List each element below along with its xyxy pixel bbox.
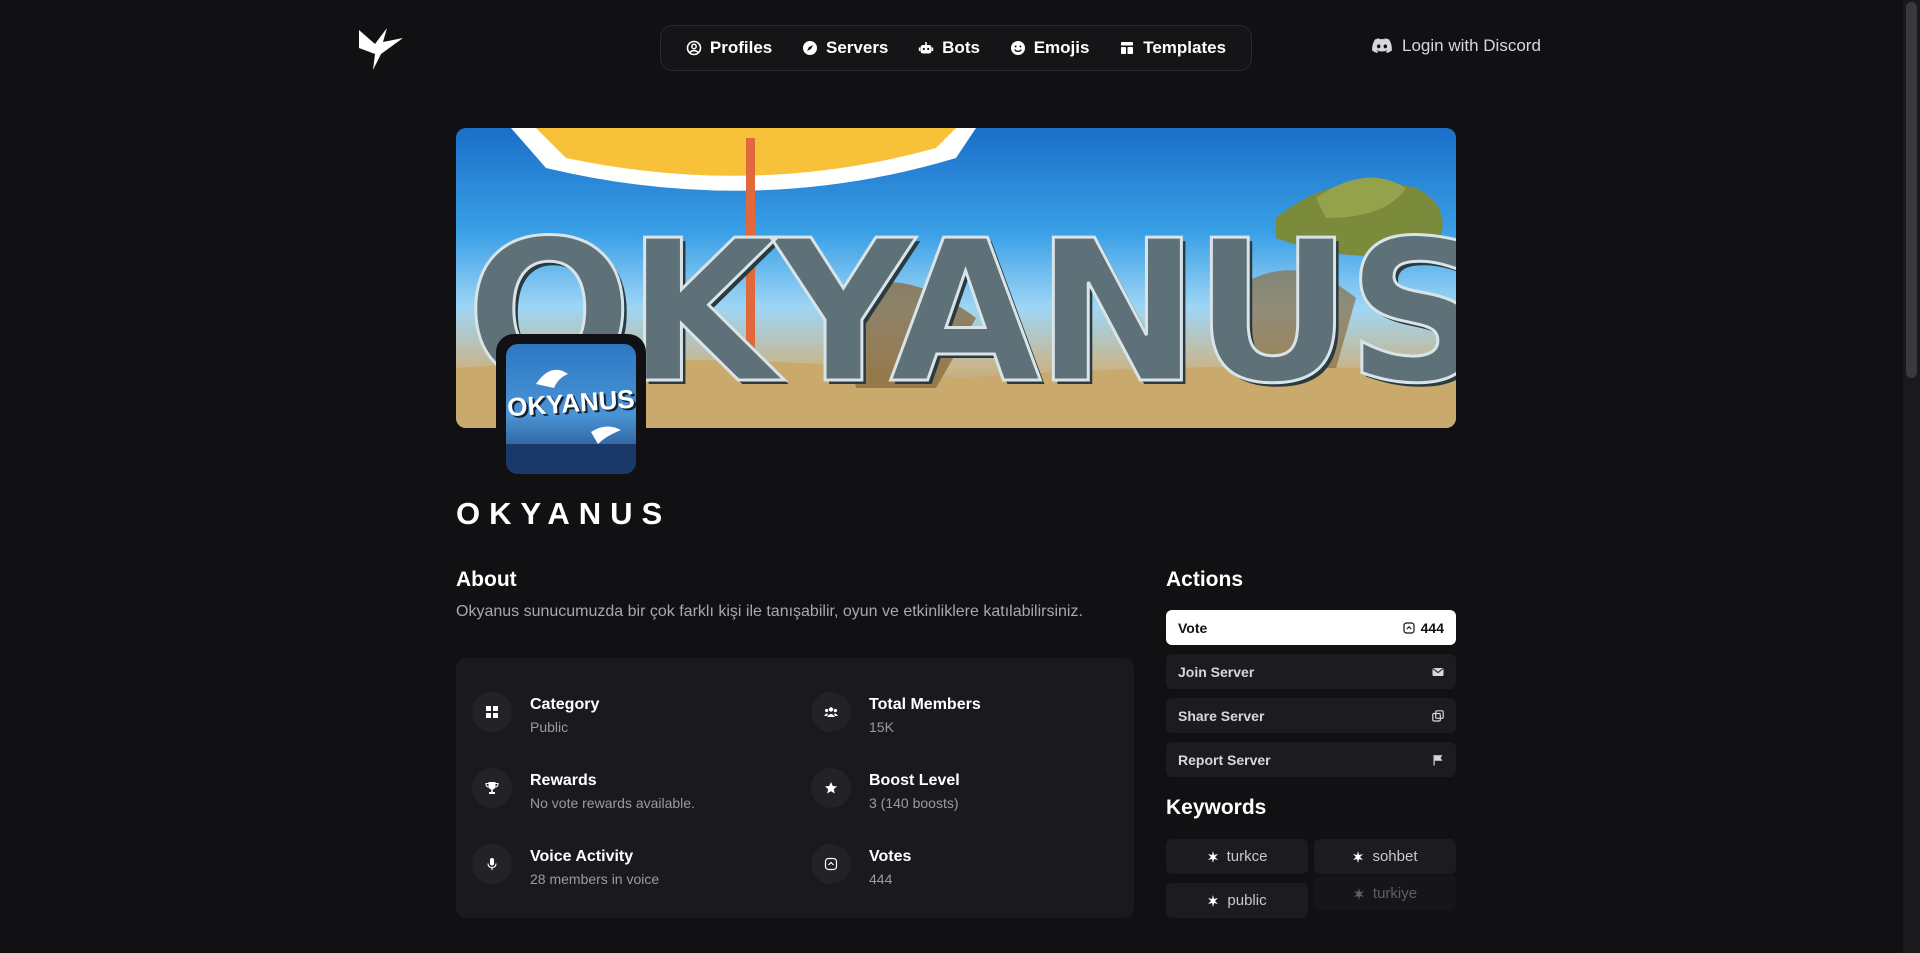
info-value: Public: [530, 719, 569, 735]
sparkle-icon: [1207, 850, 1218, 863]
about-title: About: [456, 568, 517, 591]
info-label: Voice Activity: [530, 848, 634, 865]
share-server-button[interactable]: Share Server: [1166, 698, 1456, 733]
sparkle-icon: [1353, 887, 1364, 900]
server-name: OKYANUS: [456, 496, 672, 531]
vote-icon: [1403, 621, 1415, 634]
trophy-icon: [472, 768, 512, 808]
main-nav: Profiles Servers Bots Emojis Templates: [660, 25, 1252, 71]
info-total-members: Total Members 15K: [811, 692, 981, 735]
keyword-label: sohbet: [1372, 848, 1418, 865]
info-label: Total Members: [869, 696, 981, 713]
scrollbar-thumb[interactable]: [1906, 2, 1917, 378]
keywords-title: Keywords: [1166, 796, 1267, 819]
join-server-button[interactable]: Join Server: [1166, 654, 1456, 689]
vote-count-value: 444: [1420, 619, 1444, 636]
vote-count: 444: [1403, 620, 1444, 636]
keyword-label: public: [1227, 892, 1267, 909]
server-avatar: OKYANUS: [496, 334, 646, 484]
sparkle-icon: [1353, 850, 1364, 863]
info-voice-activity: Voice Activity 28 members in voice: [472, 844, 659, 887]
info-value: 444: [869, 871, 893, 887]
keyword-tag[interactable]: sohbet: [1314, 839, 1456, 874]
nav-item-emojis[interactable]: Emojis: [1010, 38, 1090, 58]
users-icon: [811, 692, 851, 732]
nav-item-templates[interactable]: Templates: [1119, 38, 1226, 58]
info-value: 3 (140 boosts): [869, 795, 959, 811]
avatar-image: OKYANUS: [506, 344, 636, 474]
report-server-button[interactable]: Report Server: [1166, 742, 1456, 777]
nav-label-bots: Bots: [942, 38, 980, 57]
smile-icon: [1010, 41, 1025, 55]
info-votes: Votes 444: [811, 844, 911, 887]
nav-label-templates: Templates: [1143, 38, 1227, 57]
info-rewards: Rewards No vote rewards available.: [472, 768, 695, 811]
info-value: 15K: [869, 719, 894, 735]
site-logo[interactable]: [357, 24, 405, 72]
nav-label-servers: Servers: [826, 38, 889, 57]
template-icon: [1121, 42, 1134, 54]
copy-icon: [1432, 709, 1444, 722]
info-label: Votes: [869, 848, 912, 865]
discord-icon: [1372, 38, 1392, 53]
login-label: Login with Discord: [1402, 36, 1541, 55]
info-label: Boost Level: [869, 772, 960, 789]
keyword-tag[interactable]: turkiye: [1314, 876, 1456, 911]
compass-icon: [803, 41, 817, 55]
keyword-tag[interactable]: public: [1166, 883, 1308, 918]
user-circle-icon: [686, 40, 702, 56]
server-info-card: Category Public Total Members 15K Reward…: [456, 658, 1134, 918]
robot-icon: [918, 42, 934, 54]
info-value: No vote rewards available.: [530, 795, 695, 811]
logo-icon: [359, 28, 403, 70]
report-server-label: Report Server: [1178, 751, 1271, 768]
nav-item-servers[interactable]: Servers: [802, 38, 888, 58]
vote-button[interactable]: Vote 444: [1166, 610, 1456, 645]
vote-label: Vote: [1178, 619, 1208, 636]
nav-label-profiles: Profiles: [709, 38, 773, 57]
info-value: 28 members in voice: [530, 871, 660, 887]
actions-title: Actions: [1166, 568, 1244, 591]
nav-item-bots[interactable]: Bots: [918, 38, 980, 58]
flag-icon: [1433, 754, 1443, 765]
vote-icon: [811, 844, 851, 884]
page-scrollbar[interactable]: [1903, 0, 1920, 953]
info-label: Rewards: [530, 772, 597, 789]
sparkle-icon: [1208, 894, 1219, 907]
microphone-icon: [472, 844, 512, 884]
nav-item-profiles[interactable]: Profiles: [686, 38, 772, 58]
keyword-tag[interactable]: turkce: [1166, 839, 1308, 874]
login-with-discord-button[interactable]: Login with Discord: [1372, 36, 1541, 56]
nav-label-emojis: Emojis: [1033, 38, 1090, 57]
about-description: Okyanus sunucumuzda bir çok farklı kişi …: [456, 603, 1083, 620]
mail-icon: [1432, 667, 1444, 676]
info-boost-level: Boost Level 3 (140 boosts): [811, 768, 960, 811]
keyword-label: turkiye: [1372, 885, 1418, 902]
join-server-label: Join Server: [1178, 663, 1255, 680]
grid-icon: [472, 692, 512, 732]
star-icon: [811, 768, 851, 808]
share-server-label: Share Server: [1178, 707, 1265, 724]
info-category: Category Public: [472, 692, 599, 735]
info-label: Category: [530, 696, 600, 713]
keyword-label: turkce: [1226, 848, 1268, 865]
